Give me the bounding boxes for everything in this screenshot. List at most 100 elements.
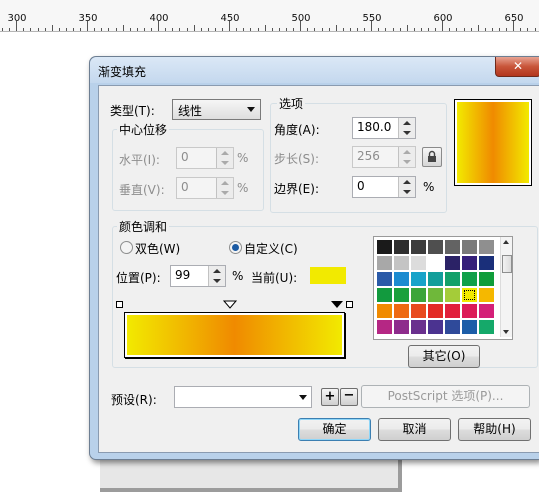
palette-swatch[interactable] (445, 272, 460, 286)
ruler-label: 500 (291, 13, 311, 24)
vertical-offset-spinbox[interactable]: 0 (176, 177, 234, 199)
ruler-tick (414, 28, 415, 31)
scroll-down-icon[interactable] (503, 330, 509, 334)
palette-swatch[interactable] (377, 240, 392, 254)
palette-swatch[interactable] (479, 240, 494, 254)
palette-swatch[interactable] (479, 320, 494, 334)
palette-scrollbar[interactable] (500, 237, 512, 337)
steps-lock-button[interactable] (422, 147, 442, 167)
midpoint-marker[interactable] (223, 300, 237, 309)
palette-swatch[interactable] (394, 256, 409, 270)
palette-swatch[interactable] (445, 240, 460, 254)
palette-swatch[interactable] (394, 240, 409, 254)
edge-pad-arrows[interactable] (398, 177, 415, 197)
palette-swatch[interactable] (411, 272, 426, 286)
palette-swatch[interactable] (394, 304, 409, 318)
palette-swatch[interactable] (462, 320, 477, 334)
end-node[interactable] (346, 301, 353, 308)
dialog-titlebar[interactable]: 渐变填充 ✕ (90, 57, 539, 83)
palette-swatch[interactable] (479, 288, 494, 302)
scroll-up-icon[interactable] (503, 240, 509, 244)
ruler-tick (250, 28, 251, 31)
horizontal-offset-spinbox[interactable]: 0 (176, 147, 234, 169)
position-arrows[interactable] (208, 266, 225, 286)
two-color-label[interactable]: 双色(W) (135, 240, 180, 257)
current-color-swatch[interactable] (310, 267, 346, 284)
remove-preset-button[interactable]: − (340, 388, 358, 406)
palette-swatch[interactable] (394, 272, 409, 286)
palette-swatch[interactable] (445, 288, 460, 302)
ruler-tick (165, 28, 166, 31)
palette-swatch[interactable] (445, 256, 460, 270)
palette-swatch[interactable] (462, 272, 477, 286)
ruler-tick (73, 28, 74, 31)
palette-swatch[interactable] (428, 272, 443, 286)
angle-spinbox[interactable]: 180.0 (352, 117, 416, 139)
scroll-thumb[interactable] (502, 255, 512, 273)
palette-swatch[interactable] (462, 288, 477, 302)
add-preset-button[interactable]: + (321, 388, 339, 406)
angle-arrows[interactable] (398, 118, 415, 138)
palette-swatch[interactable] (462, 240, 477, 254)
palette-swatch[interactable] (479, 304, 494, 318)
help-button[interactable]: 帮助(H) (458, 418, 531, 441)
ruler-tick (378, 28, 379, 31)
palette-swatch[interactable] (411, 288, 426, 302)
custom-radio[interactable] (229, 241, 242, 254)
chevron-down-icon[interactable] (299, 395, 307, 400)
preset-combobox[interactable] (174, 386, 312, 408)
palette-swatch[interactable] (445, 320, 460, 334)
position-spinbox[interactable]: 99 (170, 265, 226, 287)
edge-pad-spinbox[interactable]: 0 (352, 176, 416, 198)
palette-swatch[interactable] (377, 320, 392, 334)
ruler-label: 400 (149, 13, 169, 24)
palette-swatch[interactable] (445, 304, 460, 318)
palette-swatch[interactable] (394, 320, 409, 334)
palette-swatch[interactable] (377, 304, 392, 318)
palette-swatch[interactable] (377, 288, 392, 302)
ruler-tick (38, 28, 39, 31)
palette-swatch[interactable] (377, 272, 392, 286)
palette-swatch[interactable] (479, 256, 494, 270)
other-colors-button[interactable]: 其它(O) (408, 345, 480, 368)
ruler-tick (435, 28, 436, 31)
palette-swatch[interactable] (428, 320, 443, 334)
two-color-radio[interactable] (120, 241, 133, 254)
palette-swatch[interactable] (411, 320, 426, 334)
start-node[interactable] (116, 301, 123, 308)
palette-swatch[interactable] (394, 288, 409, 302)
palette-swatch[interactable] (411, 240, 426, 254)
horizontal-label: 水平(I): (119, 153, 160, 167)
palette-swatch[interactable] (428, 240, 443, 254)
ok-button[interactable]: 确定 (298, 418, 371, 441)
ruler-tick (350, 28, 351, 31)
palette-swatch[interactable] (462, 256, 477, 270)
gradient-band[interactable] (127, 315, 342, 355)
steps-spinbox[interactable]: 256 (352, 146, 416, 168)
position-label: 位置(P): (116, 271, 161, 285)
color-blend-title: 颜色调和 (117, 218, 170, 235)
palette-swatch[interactable] (377, 256, 392, 270)
current-label: 当前(U): (251, 271, 298, 285)
palette-swatch[interactable] (462, 304, 477, 318)
custom-label[interactable]: 自定义(C) (244, 240, 298, 257)
vertical-offset-arrows[interactable] (216, 178, 233, 198)
horizontal-ruler[interactable]: 300 350 400 450 500 550 600 650 (0, 0, 539, 32)
ruler-tick (179, 28, 180, 31)
postscript-options-button[interactable]: PostScript 选项(P)... (361, 385, 530, 408)
palette-swatch[interactable] (479, 272, 494, 286)
palette-swatch[interactable] (428, 256, 443, 270)
palette-swatch[interactable] (411, 304, 426, 318)
type-select[interactable]: 线性 (172, 99, 261, 120)
palette-swatch[interactable] (411, 256, 426, 270)
cancel-button[interactable]: 取消 (378, 418, 451, 441)
close-button[interactable]: ✕ (495, 57, 539, 77)
angle-label: 角度(A): (274, 123, 320, 137)
selected-stop-marker[interactable] (330, 300, 344, 309)
lock-icon (428, 150, 436, 162)
palette-swatch[interactable] (428, 288, 443, 302)
palette-swatch[interactable] (428, 304, 443, 318)
horizontal-offset-arrows[interactable] (216, 148, 233, 168)
steps-arrows[interactable] (398, 147, 415, 167)
plus-icon: + (324, 389, 336, 404)
